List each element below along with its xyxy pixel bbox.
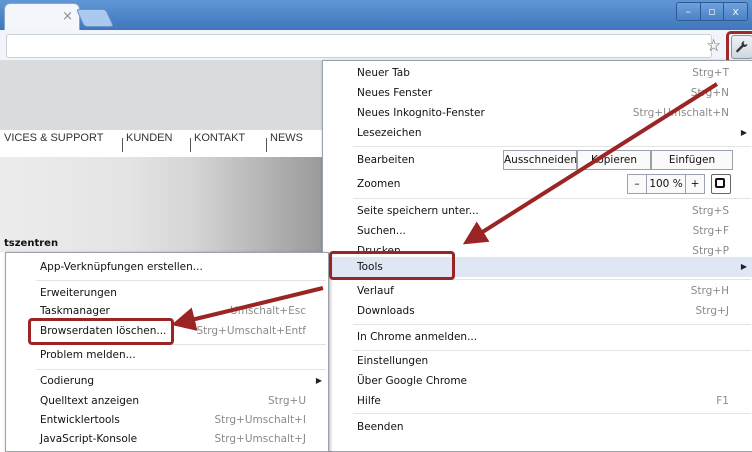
annotation-arrows	[171, 82, 719, 331]
arrow-to-clear-data	[171, 286, 324, 331]
arrow-to-tools	[462, 82, 719, 245]
